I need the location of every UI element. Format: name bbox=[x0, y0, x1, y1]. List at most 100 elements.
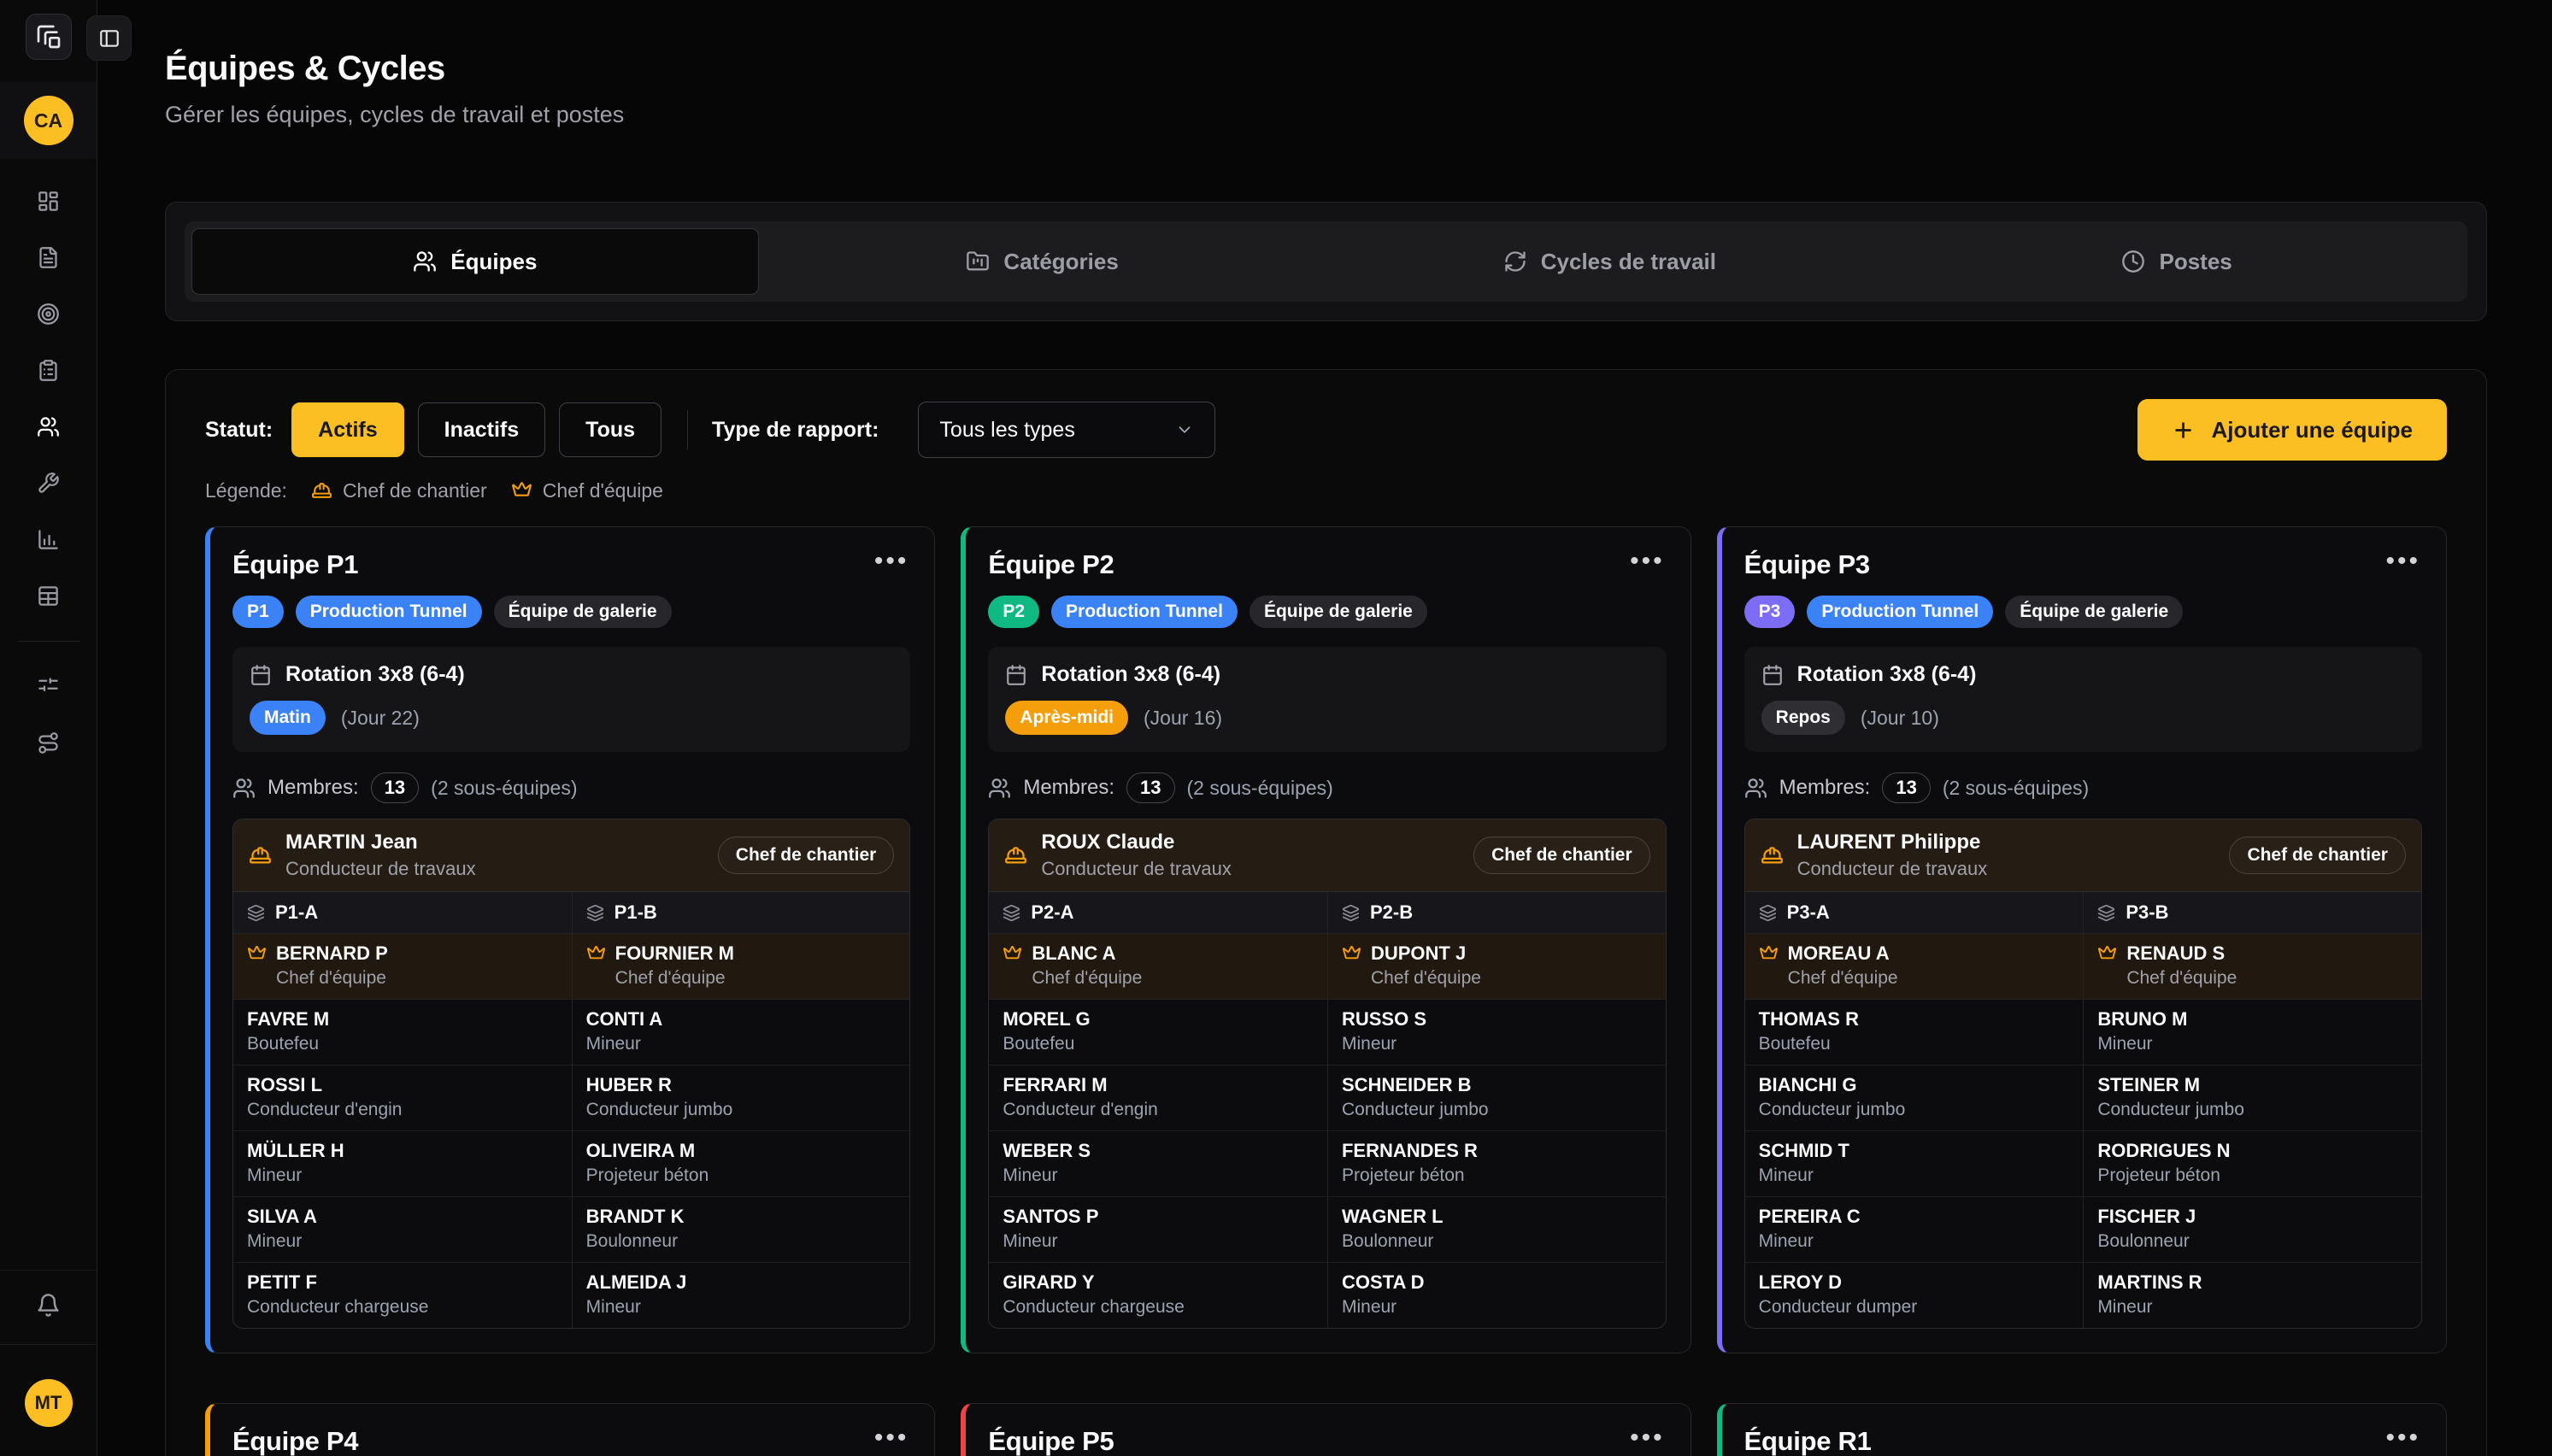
filter-inactifs-button[interactable]: Inactifs bbox=[418, 402, 546, 457]
chef-name: ROUX Claude bbox=[1041, 831, 1232, 854]
member-role: Boulonneur bbox=[2097, 1231, 2408, 1252]
filter-tous-button[interactable]: Tous bbox=[559, 402, 662, 457]
crown-icon bbox=[1342, 944, 1361, 964]
sidebar-item-route-icon[interactable] bbox=[37, 731, 60, 754]
member-name: LEROY D bbox=[1759, 1271, 2070, 1294]
member-row: ALMEIDA J Mineur bbox=[573, 1263, 910, 1328]
sidebar-item-clipboard-list-icon[interactable] bbox=[37, 359, 60, 382]
page-subtitle: Gérer les équipes, cycles de travail et … bbox=[165, 101, 2487, 128]
leader-row: DUPONT J Chef d'équipe bbox=[1328, 934, 1666, 1000]
subteam-title: P1-B bbox=[614, 901, 657, 924]
member-name: WAGNER L bbox=[1342, 1206, 1652, 1228]
member-name: FAVRE M bbox=[247, 1008, 558, 1030]
member-role: Boutefeu bbox=[1759, 1034, 2070, 1054]
team-category-badge: Équipe de galerie bbox=[494, 596, 672, 628]
crown-icon bbox=[1759, 944, 1779, 964]
card-menu-button[interactable]: ••• bbox=[873, 549, 911, 573]
member-row: SILVA A Mineur bbox=[233, 1197, 572, 1263]
notifications-bell-icon[interactable] bbox=[36, 1293, 61, 1318]
tab-equipes[interactable]: Équipes bbox=[191, 228, 759, 295]
crown-icon bbox=[2097, 944, 2117, 964]
member-name: PEREIRA C bbox=[1759, 1206, 2070, 1228]
tab-postes[interactable]: Postes bbox=[1893, 228, 2461, 295]
filter-actifs-button[interactable]: Actifs bbox=[291, 402, 403, 457]
member-role: Conducteur chargeuse bbox=[247, 1297, 558, 1318]
member-role: Projeteur béton bbox=[1342, 1165, 1652, 1186]
subteam-header: P2-B bbox=[1328, 892, 1666, 934]
member-list: RUSSO S Mineur SCHNEIDER B Conducteur ju… bbox=[1328, 1000, 1666, 1328]
rotation-box: Rotation 3x8 (6-4) Après-midi (Jour 16) bbox=[988, 647, 1666, 752]
day-note: (Jour 16) bbox=[1144, 707, 1222, 730]
hard-hat-icon bbox=[1004, 844, 1027, 867]
card-menu-button[interactable]: ••• bbox=[1628, 549, 1667, 573]
member-row: LEROY D Conducteur dumper bbox=[1745, 1263, 2084, 1328]
member-name: MÜLLER H bbox=[247, 1140, 558, 1162]
sidebar-item-chart-column-icon[interactable] bbox=[37, 528, 60, 551]
sidebar-toggle-button[interactable] bbox=[86, 15, 132, 61]
subteam-columns: P1-A BERNARD P Chef d'équipe FAVRE M Bou… bbox=[233, 892, 909, 1328]
member-row: MARTINS R Mineur bbox=[2084, 1263, 2421, 1328]
shift-badge: Après-midi bbox=[1005, 701, 1128, 735]
team-title: Équipe P2 bbox=[988, 549, 1114, 580]
card-menu-button[interactable]: ••• bbox=[2384, 549, 2422, 573]
member-role: Mineur bbox=[1759, 1165, 2070, 1186]
add-team-button[interactable]: Ajouter une équipe bbox=[2137, 399, 2447, 461]
chef-row: MARTIN Jean Conducteur de travaux Chef d… bbox=[233, 819, 909, 892]
member-role: Mineur bbox=[586, 1034, 897, 1054]
member-name: ALMEIDA J bbox=[586, 1271, 897, 1294]
member-box: ROUX Claude Conducteur de travaux Chef d… bbox=[988, 819, 1666, 1329]
tab-categories[interactable]: Catégories bbox=[759, 228, 1326, 295]
team-category-badge: Équipe de galerie bbox=[1250, 596, 1427, 628]
member-name: ROSSI L bbox=[247, 1074, 558, 1096]
subteam-title: P3-A bbox=[1787, 901, 1830, 924]
subteam-header: P1-A bbox=[233, 892, 572, 934]
sidebar-item-users-icon[interactable] bbox=[37, 415, 60, 438]
member-row: RODRIGUES N Projeteur béton bbox=[2084, 1131, 2421, 1197]
member-row: BRANDT K Boulonneur bbox=[573, 1197, 910, 1263]
leader-name: FOURNIER M bbox=[615, 942, 734, 965]
team-title: Équipe R1 bbox=[1744, 1426, 1872, 1456]
sidebar-item-layout-dashboard-icon[interactable] bbox=[37, 190, 60, 213]
member-row: SANTOS P Mineur bbox=[989, 1197, 1327, 1263]
report-type-select[interactable]: Tous les types bbox=[918, 402, 1215, 458]
member-role: Conducteur d'engin bbox=[1003, 1100, 1314, 1120]
sidebar-item-table-icon[interactable] bbox=[37, 584, 60, 608]
avatar-bottom[interactable]: MT bbox=[25, 1379, 73, 1427]
avatar-top[interactable]: CA bbox=[24, 96, 74, 145]
main-content: Équipes & Cycles Gérer les équipes, cycl… bbox=[97, 0, 2552, 1456]
app-logo[interactable] bbox=[26, 14, 72, 60]
sidebar-item-file-text-icon[interactable] bbox=[37, 246, 60, 269]
member-name: GIRARD Y bbox=[1003, 1271, 1314, 1294]
card-menu-button[interactable]: ••• bbox=[1628, 1426, 1667, 1450]
rotation-label: Rotation 3x8 (6-4) bbox=[1041, 662, 1220, 687]
member-role: Boutefeu bbox=[247, 1034, 558, 1054]
layers-icon bbox=[1342, 904, 1360, 922]
sidebar-item-wrench-icon[interactable] bbox=[37, 472, 60, 495]
member-role: Mineur bbox=[1003, 1165, 1314, 1186]
rotation-box: Rotation 3x8 (6-4) Repos (Jour 10) bbox=[1744, 647, 2422, 752]
member-row: SCHMID T Mineur bbox=[1745, 1131, 2084, 1197]
leader-role: Chef d'équipe bbox=[615, 968, 897, 989]
subteam-header: P1-B bbox=[573, 892, 910, 934]
members-row: Membres: 13 (2 sous-équipes) bbox=[988, 772, 1666, 803]
sidebar-item-target-icon[interactable] bbox=[37, 302, 60, 326]
card-menu-button[interactable]: ••• bbox=[2384, 1426, 2422, 1450]
chef-role: Conducteur de travaux bbox=[285, 858, 476, 880]
rotation-label: Rotation 3x8 (6-4) bbox=[285, 662, 465, 687]
member-role: Boutefeu bbox=[1003, 1034, 1314, 1054]
chef-name: LAURENT Philippe bbox=[1797, 831, 1988, 854]
sidebar: CA MT bbox=[0, 0, 97, 1456]
card-menu-button[interactable]: ••• bbox=[873, 1426, 911, 1450]
users-icon bbox=[988, 777, 1011, 800]
member-role: Mineur bbox=[1003, 1231, 1314, 1252]
sidebar-item-sliders-icon[interactable] bbox=[37, 675, 60, 698]
divider bbox=[18, 641, 79, 642]
refresh-icon bbox=[1503, 250, 1527, 273]
tab-cycles-de-travail[interactable]: Cycles de travail bbox=[1326, 228, 1894, 295]
member-row: OLIVEIRA M Projeteur béton bbox=[573, 1131, 910, 1197]
member-role: Mineur bbox=[2097, 1297, 2408, 1318]
subteam-column: P3-A MOREAU A Chef d'équipe THOMAS R Bou… bbox=[1745, 892, 2084, 1328]
legend-item-label: Chef d'équipe bbox=[543, 479, 663, 502]
leader-row: MOREAU A Chef d'équipe bbox=[1745, 934, 2084, 1000]
hard-hat-icon bbox=[311, 480, 332, 502]
